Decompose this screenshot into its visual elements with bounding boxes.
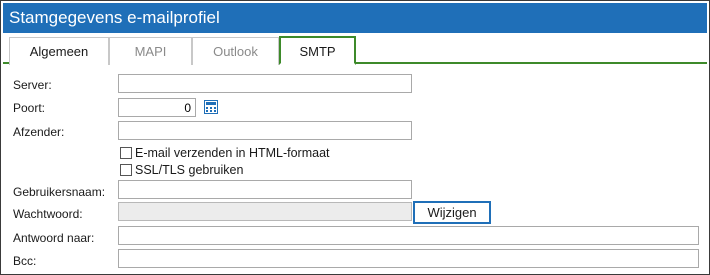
afzender-input[interactable] [118,121,412,140]
poort-input[interactable] [118,98,196,117]
email-profile-window: Stamgegevens e-mailprofiel Algemeen MAPI… [0,0,710,275]
tab-smtp[interactable]: SMTP [279,36,356,65]
ssl-tls-label: SSL/TLS gebruiken [135,163,244,177]
html-format-checkbox[interactable] [120,147,132,159]
server-label: Server: [13,78,52,92]
gebruikersnaam-label: Gebruikersnaam: [13,185,106,199]
wijzigen-button[interactable]: Wijzigen [413,201,491,224]
afzender-label: Afzender: [13,125,65,139]
tab-strip: Algemeen MAPI Outlook SMTP [3,34,707,65]
calculator-icon[interactable] [204,100,218,114]
bcc-input[interactable] [118,249,699,268]
window-title: Stamgegevens e-mailprofiel [3,3,707,33]
wachtwoord-input [118,202,412,221]
antwoord-naar-label: Antwoord naar: [13,231,95,245]
antwoord-naar-input[interactable] [118,226,699,245]
poort-label: Poort: [13,101,46,115]
html-format-label: E-mail verzenden in HTML-formaat [135,146,330,160]
wachtwoord-label: Wachtwoord: [13,207,83,221]
server-input[interactable] [118,74,412,93]
ssl-tls-checkbox[interactable] [120,164,132,176]
tab-mapi[interactable]: MAPI [109,37,192,65]
tab-outlook[interactable]: Outlook [192,37,279,65]
bcc-label: Bcc: [13,254,37,268]
gebruikersnaam-input[interactable] [118,180,412,199]
tab-algemeen[interactable]: Algemeen [9,37,109,65]
